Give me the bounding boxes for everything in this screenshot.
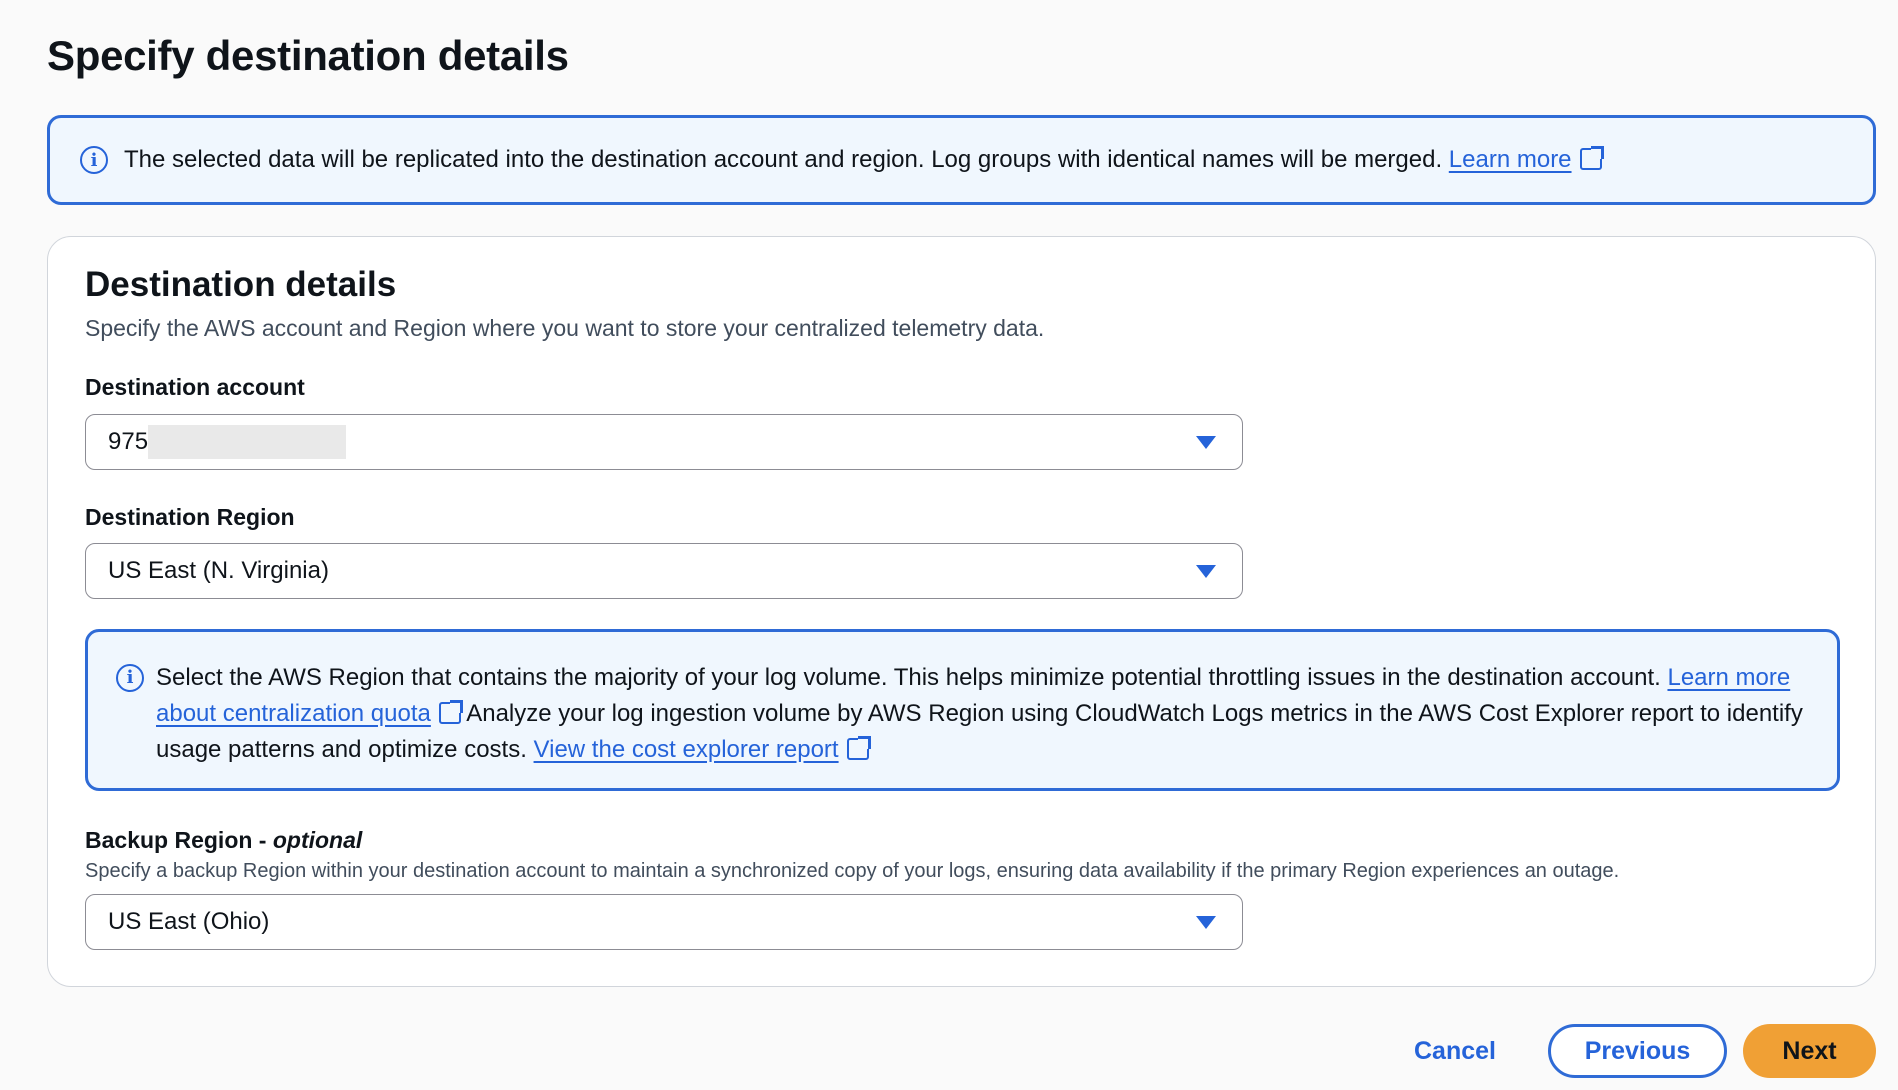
info-icon: i — [80, 146, 108, 174]
caret-down-icon — [1196, 916, 1216, 929]
banner-text: The selected data will be replicated int… — [124, 146, 1442, 174]
external-link-icon — [1580, 148, 1602, 170]
destination-account-select[interactable]: 975 — [85, 414, 1243, 470]
region-value: US East (N. Virginia) — [108, 557, 329, 585]
destination-details-panel: Destination details Specify the AWS acco… — [47, 236, 1876, 987]
caret-down-icon — [1196, 436, 1216, 449]
destination-region-label: Destination Region — [85, 504, 295, 531]
backup-region-value: US East (Ohio) — [108, 908, 269, 936]
section-title: Destination details — [85, 265, 396, 305]
region-info-text: Select the AWS Region that contains the … — [156, 664, 1661, 691]
backup-region-description: Specify a backup Region within your dest… — [85, 860, 1619, 883]
backup-region-label: Backup Region - optional — [85, 827, 362, 854]
cancel-button[interactable]: Cancel — [1400, 1024, 1510, 1078]
external-link-icon — [847, 738, 869, 760]
page-title: Specify destination details — [47, 32, 569, 80]
previous-button[interactable]: Previous — [1548, 1024, 1727, 1078]
region-info-alert: i Select the AWS Region that contains th… — [85, 629, 1840, 791]
destination-region-select[interactable]: US East (N. Virginia) — [85, 543, 1243, 599]
learn-more-link[interactable]: Learn more — [1449, 146, 1602, 174]
caret-down-icon — [1196, 565, 1216, 578]
info-icon: i — [116, 664, 144, 692]
next-button[interactable]: Next — [1743, 1024, 1876, 1078]
account-value: 975 — [108, 428, 148, 456]
info-banner: i The selected data will be replicated i… — [47, 115, 1876, 205]
section-description: Specify the AWS account and Region where… — [85, 315, 1044, 342]
destination-account-label: Destination account — [85, 374, 305, 401]
cost-explorer-link[interactable]: View the cost explorer report — [534, 736, 869, 763]
redacted-area — [148, 425, 346, 459]
backup-region-select[interactable]: US East (Ohio) — [85, 894, 1243, 950]
external-link-icon — [439, 702, 461, 724]
